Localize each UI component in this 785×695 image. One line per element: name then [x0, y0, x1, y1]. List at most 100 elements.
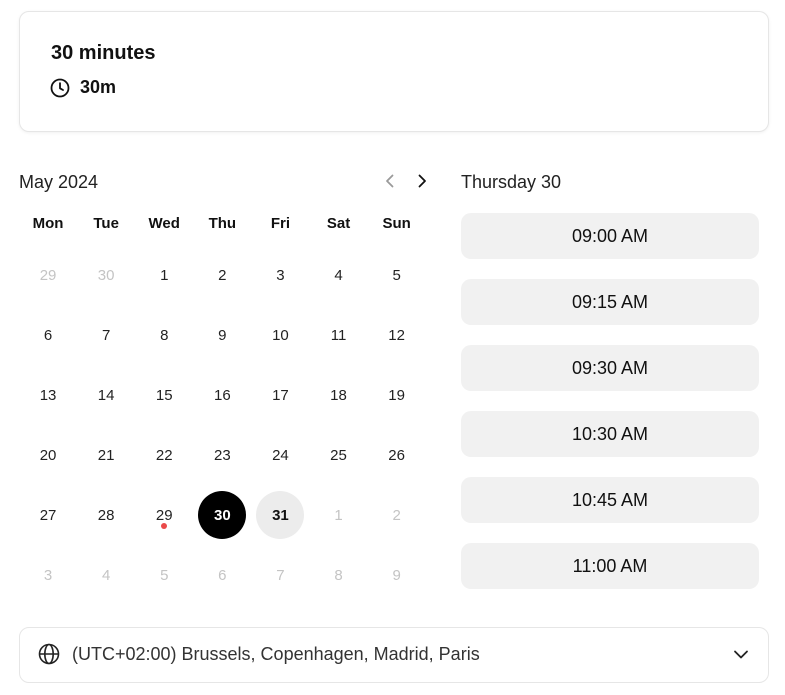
day-number: 29 — [155, 506, 173, 524]
time-slot-list[interactable]: 09:00 AM 09:15 AM 09:30 AM 10:30 AM 10:4… — [461, 213, 759, 589]
day-number: 21 — [97, 446, 115, 464]
calendar-day[interactable]: 2 — [193, 245, 251, 305]
weekday-label: Thu — [208, 215, 237, 232]
calendar-day[interactable]: 20 — [19, 425, 77, 485]
calendar-day[interactable]: 25 — [309, 425, 367, 485]
calendar-day[interactable]: 23 — [193, 425, 251, 485]
calendar-day: 2 — [368, 485, 426, 545]
calendar-day[interactable]: 3 — [251, 245, 309, 305]
event-title: 30 minutes — [51, 42, 156, 64]
calendar-day[interactable]: 5 — [368, 245, 426, 305]
time-slot[interactable]: 11:00 AM — [461, 543, 759, 589]
event-duration: 30m — [50, 77, 116, 98]
day-number: 24 — [272, 446, 289, 464]
calendar-day[interactable]: 8 — [135, 305, 193, 365]
calendar-day[interactable]: 26 — [368, 425, 426, 485]
calendar-day[interactable]: 10 — [251, 305, 309, 365]
chevron-down-icon — [732, 645, 750, 668]
previous-month-button[interactable] — [379, 172, 401, 194]
clock-icon — [50, 78, 70, 98]
calendar-day-today[interactable]: 29 — [135, 485, 193, 545]
day-number: 1 — [160, 266, 169, 284]
day-number: 6 — [43, 326, 53, 344]
calendar-day[interactable]: 7 — [77, 305, 135, 365]
day-number: 8 — [160, 326, 169, 344]
month-label: May 2024 — [19, 172, 99, 192]
time-slot[interactable]: 09:00 AM — [461, 213, 759, 259]
day-number: 28 — [97, 506, 115, 524]
day-number: 12 — [388, 326, 405, 344]
day-number: 11 — [330, 326, 347, 344]
calendar-day[interactable]: 16 — [193, 365, 251, 425]
weekday-label: Fri — [270, 215, 290, 232]
day-number: 13 — [39, 386, 57, 404]
calendar-day[interactable]: 6 — [19, 305, 77, 365]
calendar-day[interactable]: 12 — [368, 305, 426, 365]
calendar-day: 30 — [77, 245, 135, 305]
day-number: 5 — [160, 566, 169, 584]
weekday-label: Mon — [32, 215, 64, 232]
calendar-grid: Mon Tue Wed Thu Fri Sat Sun 29 30 1 2 3 4 5 6 7 8… — [19, 208, 426, 605]
day-number: 30 — [97, 266, 115, 284]
calendar-day[interactable]: 18 — [309, 365, 367, 425]
day-number: 7 — [101, 326, 111, 344]
weekday-label: Tue — [93, 215, 119, 232]
time-slot[interactable]: 10:45 AM — [461, 477, 759, 523]
day-number: 9 — [218, 326, 227, 344]
day-number: 4 — [334, 266, 343, 284]
calendar-day[interactable]: 14 — [77, 365, 135, 425]
calendar-day[interactable]: 22 — [135, 425, 193, 485]
weekday-label: Wed — [148, 215, 180, 232]
time-slot[interactable]: 09:15 AM — [461, 279, 759, 325]
day-number: 8 — [334, 566, 343, 584]
calendar-day[interactable]: 11 — [309, 305, 367, 365]
timezone-select[interactable]: (UTC+02:00) Brussels, Copenhagen, Madrid… — [19, 627, 769, 683]
weekday-header: Mon Tue Wed Thu Fri Sat Sun — [19, 208, 426, 240]
chevron-left-icon — [384, 173, 396, 194]
calendar-day[interactable]: 24 — [251, 425, 309, 485]
day-number: 30 — [198, 491, 247, 539]
calendar-day[interactable]: 17 — [251, 365, 309, 425]
day-number: 6 — [218, 566, 227, 584]
calendar-day[interactable]: 19 — [368, 365, 426, 425]
day-number: 16 — [213, 386, 231, 404]
timezone-label: (UTC+02:00) Brussels, Copenhagen, Madrid… — [72, 644, 480, 664]
calendar-day[interactable]: 4 — [309, 245, 367, 305]
day-number: 1 — [334, 506, 343, 524]
day-number: 2 — [218, 266, 227, 284]
day-number: 9 — [392, 566, 401, 584]
day-number: 20 — [39, 446, 57, 464]
day-number: 3 — [276, 266, 285, 284]
calendar-day-selected[interactable]: 30 — [193, 485, 251, 545]
day-number: 3 — [43, 566, 53, 584]
calendar-day[interactable]: 9 — [193, 305, 251, 365]
day-number: 25 — [330, 446, 347, 464]
day-number: 5 — [392, 266, 401, 284]
calendar-day: 8 — [309, 545, 367, 605]
calendar-day[interactable]: 21 — [77, 425, 135, 485]
calendar-day: 4 — [77, 545, 135, 605]
calendar-day[interactable]: 15 — [135, 365, 193, 425]
day-number: 17 — [272, 386, 289, 404]
time-slot[interactable]: 10:30 AM — [461, 411, 759, 457]
day-number: 26 — [388, 446, 405, 464]
calendar-day[interactable]: 1 — [135, 245, 193, 305]
globe-icon — [38, 643, 60, 670]
weekday-label: Sat — [326, 215, 351, 232]
weekday-label: Sun — [382, 215, 411, 232]
time-slot[interactable]: 09:30 AM — [461, 345, 759, 391]
selected-day-label: Thursday 30 — [461, 172, 562, 192]
day-number: 2 — [392, 506, 401, 524]
day-number: 23 — [213, 446, 231, 464]
day-number: 4 — [101, 566, 111, 584]
calendar-day[interactable]: 27 — [19, 485, 77, 545]
calendar-day: 29 — [19, 245, 77, 305]
calendar-day[interactable]: 28 — [77, 485, 135, 545]
calendar-day: 7 — [251, 545, 309, 605]
calendar-day[interactable]: 13 — [19, 365, 77, 425]
day-number: 19 — [388, 386, 405, 404]
day-number: 14 — [97, 386, 115, 404]
calendar-day-available[interactable]: 31 — [251, 485, 309, 545]
day-number: 18 — [330, 386, 347, 404]
next-month-button[interactable] — [411, 172, 433, 194]
